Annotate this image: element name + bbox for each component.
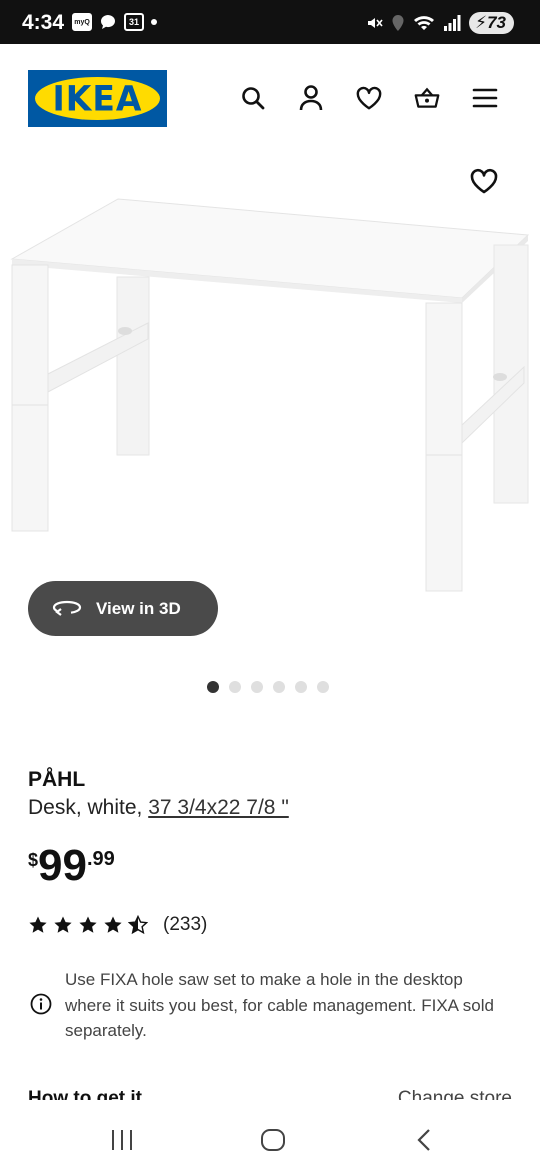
- product-type: Desk, white,: [28, 796, 149, 819]
- star-full-icon: [54, 916, 72, 933]
- favorites-heart-icon[interactable]: [356, 84, 382, 112]
- product-description: Desk, white, 37 3/4x22 7/8 ": [28, 796, 289, 820]
- carousel-dot[interactable]: [251, 681, 263, 693]
- star-full-icon: [104, 916, 122, 933]
- carousel-dot[interactable]: [273, 681, 285, 693]
- star-full-icon: [29, 916, 47, 933]
- registered-mark: ®: [156, 84, 162, 91]
- carousel-dot[interactable]: [295, 681, 307, 693]
- notification-dot: [151, 19, 157, 25]
- carousel-dot[interactable]: [229, 681, 241, 693]
- home-icon[interactable]: [260, 1128, 286, 1152]
- system-nav-bar: [0, 1114, 540, 1170]
- signal-icon: [444, 15, 461, 31]
- status-right-icons: ⚡ 73: [365, 12, 514, 34]
- account-icon[interactable]: [298, 84, 324, 112]
- image-carousel-dots: [207, 681, 329, 693]
- review-count: (233): [163, 914, 208, 935]
- view-in-3d-button[interactable]: View in 3D: [28, 581, 218, 636]
- status-bar: 4:34 myQ 31 ⚡ 73: [0, 0, 540, 44]
- product-measurement-link[interactable]: 37 3/4x22 7/8 ": [148, 796, 289, 819]
- search-icon[interactable]: [240, 84, 266, 112]
- logo-text: IKEA: [52, 78, 143, 119]
- star-full-icon: [79, 916, 97, 933]
- back-icon[interactable]: [414, 1128, 434, 1152]
- price-currency: $: [28, 850, 39, 870]
- menu-icon[interactable]: [472, 84, 498, 112]
- shopping-basket-icon[interactable]: [414, 84, 440, 112]
- mute-icon: [368, 18, 383, 28]
- view-in-3d-label: View in 3D: [96, 598, 181, 618]
- site-header: IKEA ®: [0, 44, 540, 154]
- ikea-logo[interactable]: IKEA ®: [28, 70, 167, 127]
- wifi-icon: [414, 16, 435, 30]
- price-integer: 99: [38, 841, 87, 890]
- product-image[interactable]: [0, 155, 540, 645]
- location-icon: [392, 15, 404, 31]
- info-icon: [30, 993, 52, 1015]
- myq-app-icon: myQ: [72, 13, 92, 31]
- product-rating[interactable]: (233): [28, 914, 207, 936]
- rotate-3d-icon: [52, 600, 82, 616]
- star-half-icon: [128, 915, 148, 935]
- carousel-dot[interactable]: [207, 681, 219, 693]
- product-price: $ 99 .99: [28, 842, 115, 890]
- battery-indicator: ⚡ 73: [469, 12, 514, 34]
- status-time: 4:34: [22, 11, 65, 34]
- logo-oval: IKEA: [35, 77, 160, 120]
- price-decimal: .99: [86, 848, 115, 870]
- calendar-icon: 31: [124, 13, 144, 31]
- status-left-icons: myQ 31: [72, 13, 157, 31]
- header-nav-icons: [240, 84, 498, 112]
- notice-text: Use FIXA hole saw set to make a hole in …: [65, 970, 494, 1040]
- carousel-dot[interactable]: [317, 681, 329, 693]
- recent-apps-icon[interactable]: [110, 1128, 134, 1152]
- add-to-favorites-icon[interactable]: [470, 167, 498, 195]
- chat-bubble-icon: [100, 15, 115, 29]
- scroll-cutoff: [0, 1100, 540, 1114]
- product-name: PÅHL: [28, 768, 86, 791]
